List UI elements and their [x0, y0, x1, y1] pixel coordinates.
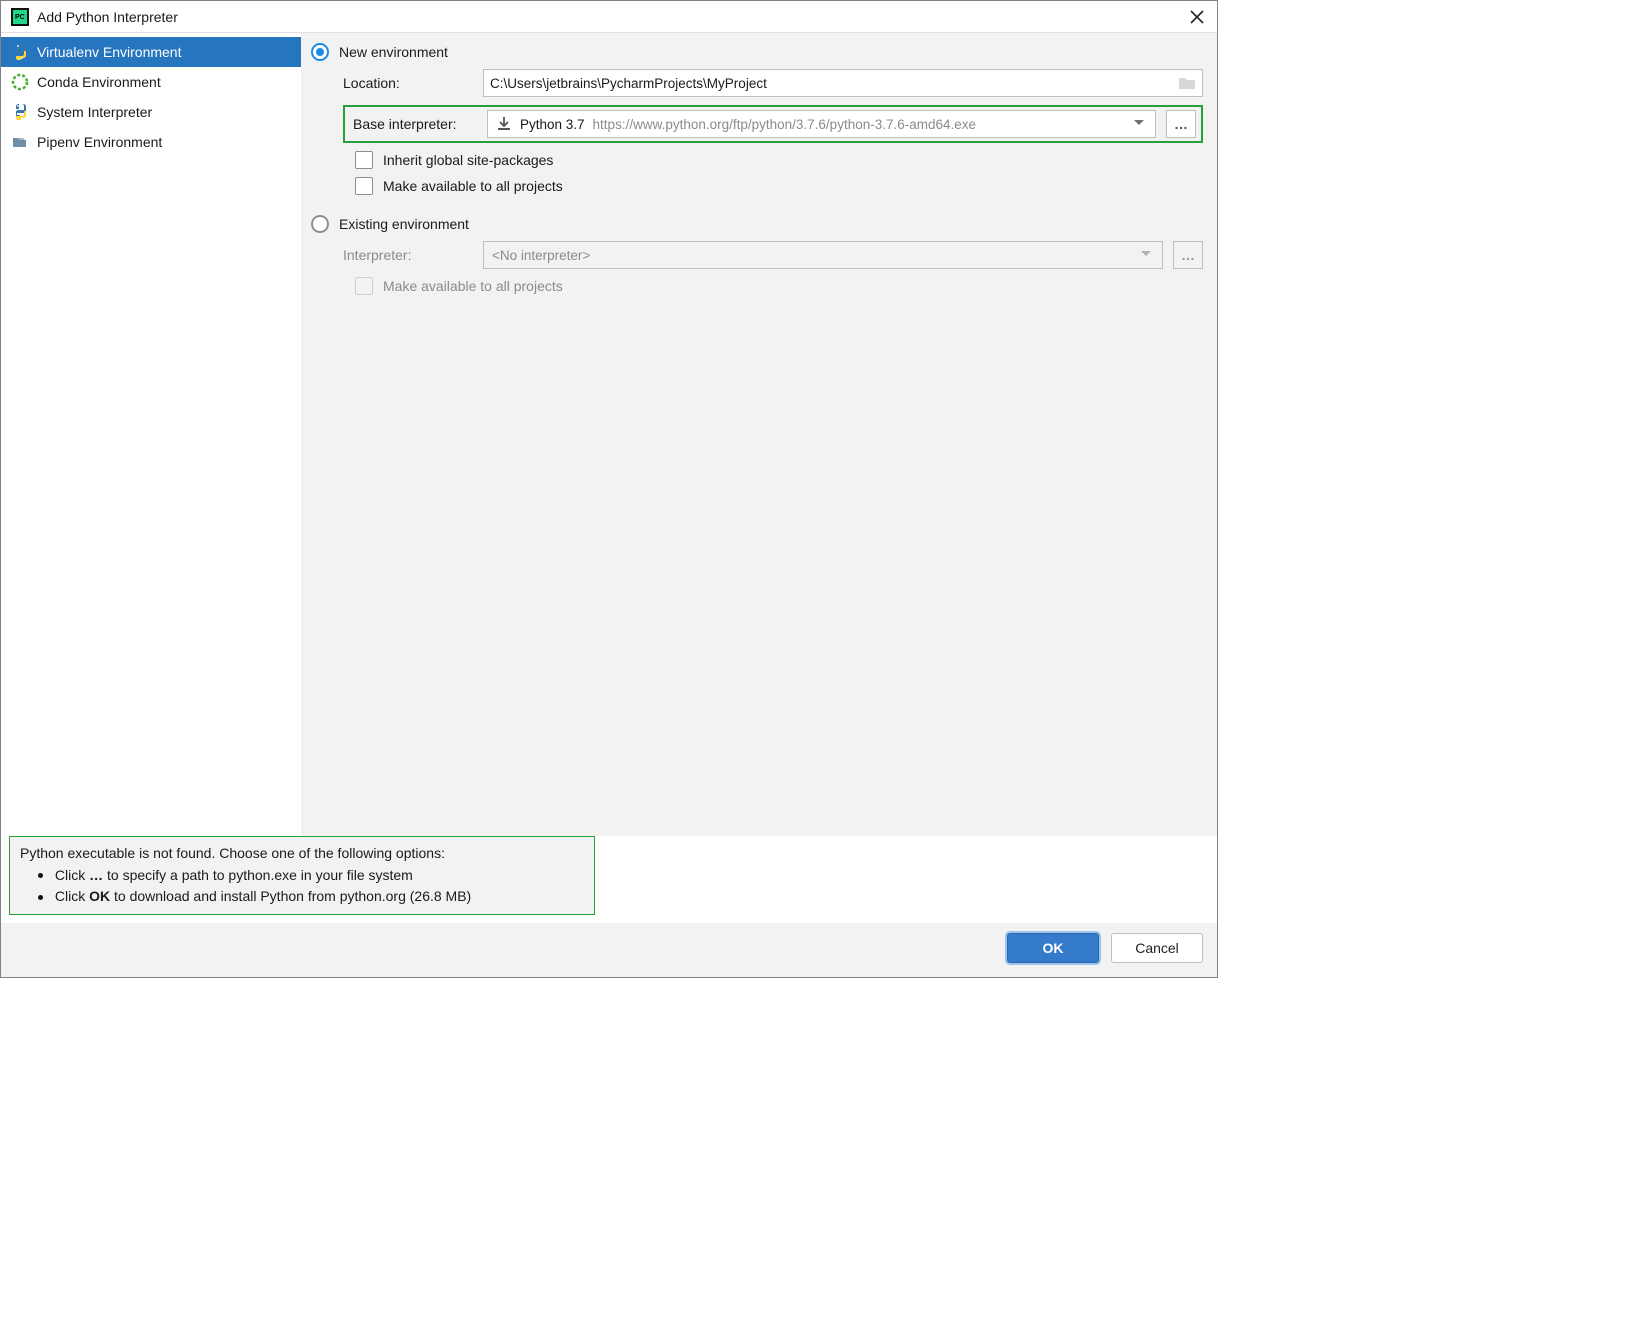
hint-bullet-2: Click OK to download and install Python …	[38, 886, 584, 908]
location-value: C:\Users\jetbrains\PycharmProjects\MyPro…	[490, 76, 767, 91]
sidebar-item-system[interactable]: System Interpreter	[1, 97, 301, 127]
existing-make-available-label: Make available to all projects	[383, 278, 563, 294]
base-interpreter-combo[interactable]: Python 3.7 https://www.python.org/ftp/py…	[487, 110, 1156, 138]
download-icon	[496, 116, 512, 132]
sidebar-item-virtualenv[interactable]: Virtualenv Environment	[1, 37, 301, 67]
sidebar-item-label: System Interpreter	[37, 104, 152, 120]
pycharm-icon: PC	[11, 8, 29, 26]
ok-button[interactable]: OK	[1007, 933, 1099, 963]
radio-icon-unchecked	[311, 215, 329, 233]
radio-existing-environment[interactable]: Existing environment	[311, 215, 1203, 233]
sidebar-item-label: Conda Environment	[37, 74, 161, 90]
hint-box: Python executable is not found. Choose o…	[9, 836, 595, 915]
radio-label: New environment	[339, 44, 448, 60]
radio-new-environment[interactable]: New environment	[311, 43, 1203, 61]
ok-label: OK	[1043, 940, 1064, 956]
radio-icon-checked	[311, 43, 329, 61]
existing-interpreter-label: Interpreter:	[343, 247, 473, 263]
chevron-down-icon	[1140, 248, 1154, 262]
checkbox-icon	[355, 151, 373, 169]
sidebar-item-pipenv[interactable]: Pipenv Environment	[1, 127, 301, 157]
base-interpreter-label: Base interpreter:	[353, 116, 477, 132]
hint-line1: Python executable is not found. Choose o…	[20, 843, 584, 865]
sidebar: Virtualenv Environment Conda Environment…	[1, 33, 301, 836]
svg-text:PC: PC	[15, 14, 25, 21]
existing-interpreter-value: <No interpreter>	[492, 248, 1132, 263]
cancel-button[interactable]: Cancel	[1111, 933, 1203, 963]
checkbox-icon	[355, 177, 373, 195]
python-icon	[11, 43, 29, 61]
checkbox-icon	[355, 277, 373, 295]
close-icon	[1190, 10, 1204, 24]
hint-bullet-1: Click … to specify a path to python.exe …	[38, 865, 584, 887]
existing-interpreter-combo: <No interpreter>	[483, 241, 1163, 269]
dialog-body: Virtualenv Environment Conda Environment…	[1, 33, 1217, 836]
footer: OK Cancel	[1, 923, 1217, 977]
location-input[interactable]: C:\Users\jetbrains\PycharmProjects\MyPro…	[483, 69, 1203, 97]
inherit-checkbox-row[interactable]: Inherit global site-packages	[355, 151, 1203, 169]
titlebar: PC Add Python Interpreter	[1, 1, 1217, 33]
radio-label: Existing environment	[339, 216, 469, 232]
base-interpreter-row: Base interpreter: Python 3.7 https://www…	[343, 105, 1203, 143]
existing-make-available-row: Make available to all projects	[355, 277, 1203, 295]
chevron-down-icon	[1133, 117, 1147, 131]
make-available-label: Make available to all projects	[383, 178, 563, 194]
base-interpreter-browse-button[interactable]: …	[1166, 110, 1196, 138]
inherit-label: Inherit global site-packages	[383, 152, 553, 168]
location-label: Location:	[343, 75, 473, 91]
base-interpreter-sub: https://www.python.org/ftp/python/3.7.6/…	[593, 117, 1125, 132]
make-available-checkbox-row[interactable]: Make available to all projects	[355, 177, 1203, 195]
sidebar-item-label: Pipenv Environment	[37, 134, 162, 150]
location-row: Location: C:\Users\jetbrains\PycharmProj…	[343, 69, 1203, 97]
browse-label: …	[1174, 116, 1188, 132]
main-panel: New environment Location: C:\Users\jetbr…	[301, 33, 1217, 836]
existing-interpreter-row: Interpreter: <No interpreter> …	[343, 241, 1203, 269]
conda-icon	[11, 73, 29, 91]
close-button[interactable]	[1187, 7, 1207, 27]
pipenv-icon	[11, 133, 29, 151]
browse-label: …	[1181, 247, 1195, 263]
python-icon	[11, 103, 29, 121]
folder-icon[interactable]	[1178, 74, 1196, 92]
existing-interpreter-browse-button: …	[1173, 241, 1203, 269]
base-interpreter-main: Python 3.7	[520, 117, 585, 132]
cancel-label: Cancel	[1135, 940, 1179, 956]
sidebar-item-label: Virtualenv Environment	[37, 44, 181, 60]
sidebar-item-conda[interactable]: Conda Environment	[1, 67, 301, 97]
window-title: Add Python Interpreter	[37, 9, 1187, 25]
